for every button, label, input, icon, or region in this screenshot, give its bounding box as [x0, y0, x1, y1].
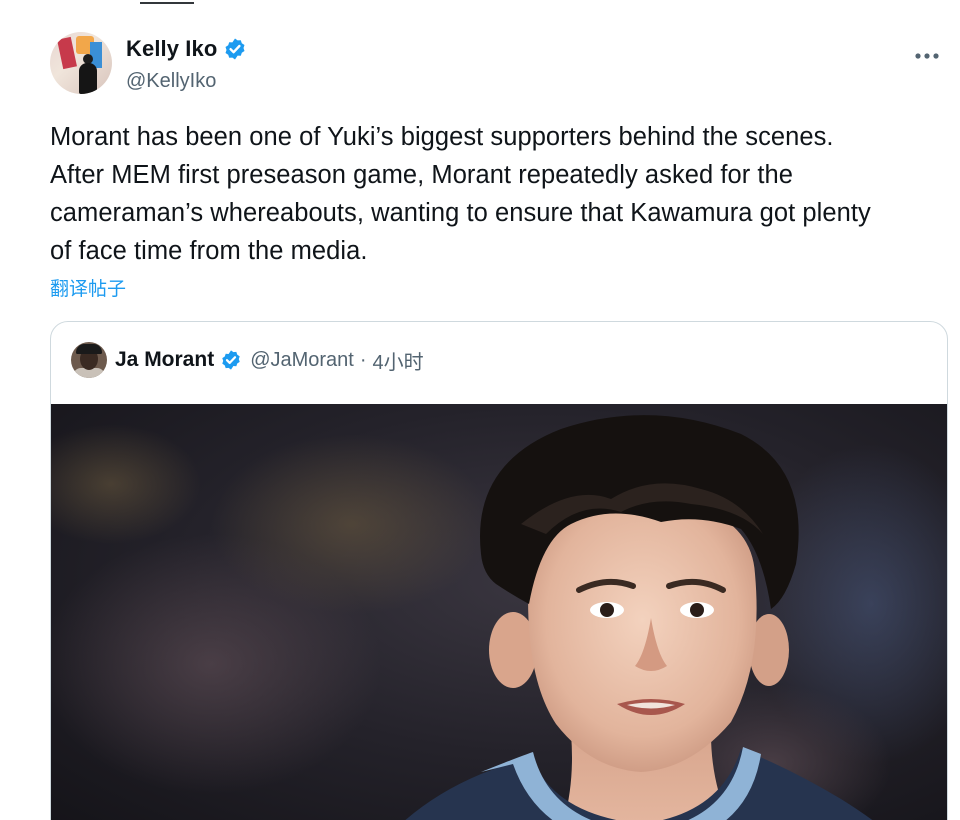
post-header: Kelly Iko @KellyIko	[50, 30, 940, 96]
post-text-line: cameraman’s whereabouts, wanting to ensu…	[50, 199, 871, 227]
quoted-author-avatar[interactable]	[71, 342, 107, 378]
verified-badge-icon	[220, 349, 242, 371]
quoted-author-display-name[interactable]: Ja Morant	[115, 348, 214, 372]
tweet-screen: Kelly Iko @KellyIko Morant has been one …	[0, 0, 960, 820]
verified-badge-icon	[223, 37, 247, 61]
quoted-post-photo[interactable]	[51, 404, 947, 820]
more-horizontal-icon[interactable]	[914, 40, 940, 66]
author-handle[interactable]: @KellyIko	[126, 70, 216, 93]
author-display-name[interactable]: Kelly Iko	[126, 36, 217, 62]
meta-separator: ·	[359, 348, 367, 371]
translate-post-link[interactable]: 翻译帖子	[50, 274, 126, 301]
post-text: Morant has been one of Yuki’s biggest su…	[50, 118, 950, 270]
author-avatar[interactable]	[50, 32, 112, 94]
cropped-text-fragment	[140, 0, 200, 4]
post-text-line: After MEM first preseason game, Morant r…	[50, 161, 793, 189]
quoted-author-handle[interactable]: @JaMorant	[250, 349, 354, 372]
post-text-line: of face time from the media.	[50, 237, 368, 265]
post-text-line: Morant has been one of Yuki’s biggest su…	[50, 123, 834, 151]
author-name-row: Kelly Iko	[126, 36, 247, 62]
quoted-post-timestamp[interactable]: 4小时	[373, 346, 424, 375]
quoted-post-card[interactable]: Ja Morant @JaMorant · 4小时	[50, 321, 948, 820]
quoted-post-header: Ja Morant @JaMorant · 4小时	[71, 342, 424, 378]
